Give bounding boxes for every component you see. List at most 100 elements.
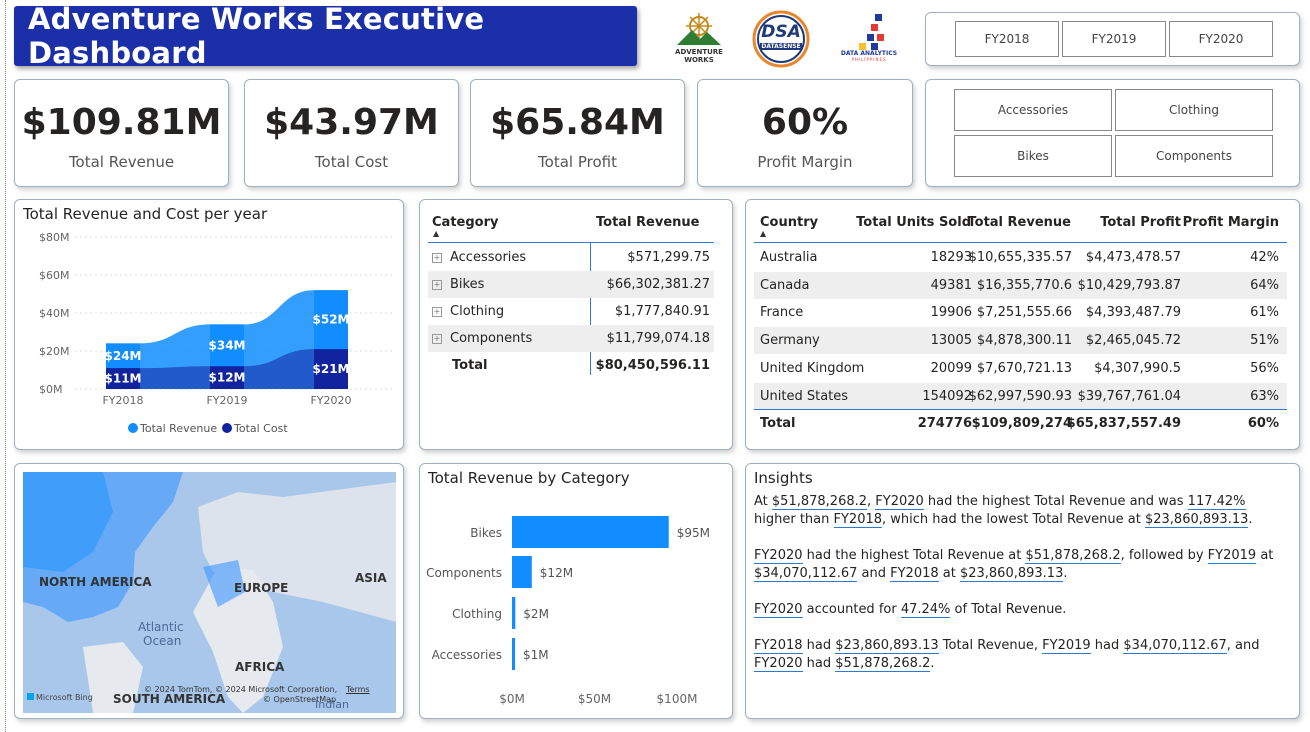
category-label: Components [426, 566, 502, 580]
table-row[interactable]: United Kingdom 20099 $7,670,721.13 $4,307,9… [754, 355, 1287, 382]
insight-paragraph: FY2020 had the highest Total Revenue at … [754, 548, 1274, 582]
insight-highlight: 117.42% [1187, 494, 1246, 510]
column-header-country[interactable]: Country [760, 215, 818, 230]
column-header-units[interactable]: Total Units Sold [856, 215, 971, 230]
cell-profit: $4,473,478.57 [1085, 250, 1181, 265]
map-label: NORTH AMERICA [39, 575, 152, 589]
table-row[interactable]: Canada 49381 $16,355,770.6 $10,429,793.87 64… [754, 271, 1287, 299]
cell-units-sold: 13005 [930, 333, 972, 349]
bar-accessories[interactable] [512, 638, 515, 670]
bar-data-label: $2M [523, 607, 549, 621]
x-tick-label: FY2020 [310, 394, 351, 407]
kpi-card-total-revenue: $109.81M Total Revenue [14, 79, 229, 187]
slicer-category-components[interactable]: Components [1115, 135, 1273, 177]
slicer-year-fy2020[interactable]: FY2020 [1169, 21, 1273, 57]
dsa-logo-text: DSA [761, 22, 801, 42]
total-units: 274776 [917, 415, 972, 431]
year-slicer: FY2018 FY2019 FY2020 [925, 12, 1300, 66]
category-revenue-table[interactable]: Category ▲ Total Revenue + Accessories $… [419, 199, 733, 450]
revenue-by-category-bar-chart[interactable]: Total Revenue by Category Bikes $95M Compo… [419, 463, 733, 719]
cost-data-label: $11M [105, 372, 142, 386]
kpi-card-total-profit: $65.84M Total Profit [470, 79, 685, 187]
table-row[interactable]: + Bikes $66,302,381.27 [428, 271, 714, 298]
table-row[interactable]: France 19906 $7,251,555.66 $4,393,487.79 61% [754, 299, 1287, 326]
total-profit: $65,837,557.49 [1066, 415, 1181, 431]
bar-bikes[interactable] [512, 516, 669, 548]
cell-units-sold: 154092 [922, 388, 972, 404]
kpi-label: Total Cost [314, 153, 389, 171]
y-tick-label: $60M [39, 269, 70, 282]
map-terms-link[interactable]: Terms [346, 685, 370, 694]
table-row[interactable]: Australia 18293 $10,655,335.57 $4,473,478.5… [754, 244, 1287, 271]
insight-highlight: FY2020 [754, 602, 803, 618]
column-header-category[interactable]: Category [432, 215, 498, 230]
insights-panel: Insights At $51,878,268.2, FY2020 had th… [745, 463, 1300, 719]
category-revenue: $66,302,381.27 [606, 277, 710, 292]
kpi-value: $109.81M [21, 102, 222, 143]
table-row[interactable]: + Accessories $571,299.75 [428, 244, 714, 271]
slicer-category-accessories[interactable]: Accessories [954, 89, 1112, 131]
category-name: Bikes [450, 277, 485, 292]
category-label: Accessories [432, 648, 502, 662]
table-row[interactable]: + Clothing $1,777,840.91 [428, 298, 714, 325]
bar-data-label: $12M [540, 566, 573, 580]
map-canvas[interactable]: NORTH AMERICA EUROPE ASIA Atlantic Ocean… [23, 472, 396, 713]
category-name: Clothing [450, 304, 505, 319]
kpi-card-total-cost: $43.97M Total Cost [244, 79, 459, 187]
dsa-logo: DSA DATASENSE [752, 10, 810, 68]
category-revenue: $571,299.75 [627, 250, 710, 265]
x-tick-label: $100M [657, 692, 698, 706]
bar-clothing[interactable] [512, 597, 516, 629]
kpi-label: Total Profit [538, 153, 617, 171]
expand-icon[interactable]: + [432, 252, 442, 263]
kpi-label: Profit Margin [757, 153, 853, 171]
bar-chart-svg: Bikes $95M Components $12M Clothing $2M Access… [426, 516, 710, 706]
sort-arrow-icon: ▲ [760, 229, 767, 238]
cost-data-label: $21M [313, 362, 350, 376]
table-row[interactable]: Germany 13005 $4,878,300.11 $2,465,045.72 51… [754, 327, 1287, 355]
sort-arrow-icon: ▲ [433, 229, 440, 238]
legend-cost-label[interactable]: Total Cost [233, 422, 288, 435]
cell-profit: $4,307,990.5 [1094, 360, 1181, 376]
insight-highlight: 47.24% [900, 602, 951, 618]
y-tick-label: $0M [39, 383, 63, 396]
map-label: ASIA [355, 571, 387, 585]
expand-icon[interactable]: + [432, 279, 442, 290]
country-table[interactable]: Country ▲ Total Units Sold Total Revenue… [745, 199, 1300, 450]
column-header-margin[interactable]: Profit Margin [1183, 215, 1279, 230]
cell-margin: 63% [1250, 388, 1279, 404]
cell-revenue: $10,655,335.57 [968, 250, 1072, 265]
column-header-profit[interactable]: Total Profit [1100, 215, 1181, 230]
expand-icon[interactable]: + [432, 306, 442, 317]
area-chart-svg: $80M $60M $40M $20M $0M $24M $11M FY2018 $34M $12… [39, 231, 393, 435]
dsa-logo-subtext: DATASENSE [760, 43, 802, 50]
cell-units-sold: 19906 [930, 305, 972, 321]
adventure-works-logo-icon [677, 13, 721, 45]
insight-paragraph: FY2020 accounted for 47.24% of Total Rev… [754, 602, 1067, 618]
insight-highlight: $23,860,893.13 [1144, 512, 1249, 528]
slicer-category-clothing[interactable]: Clothing [1115, 89, 1273, 131]
slicer-year-fy2019[interactable]: FY2019 [1062, 21, 1166, 57]
revenue-cost-area-chart[interactable]: Total Revenue and Cost per year $80M $60M… [14, 199, 404, 450]
table-row[interactable]: United States 154092 $62,997,590.93 $39,767… [754, 382, 1287, 410]
bar-components[interactable] [512, 556, 532, 588]
slicer-year-fy2018[interactable]: FY2018 [955, 21, 1059, 57]
revenue-map[interactable]: NORTH AMERICA EUROPE ASIA Atlantic Ocean… [14, 463, 404, 719]
insight-highlight: $34,070,112.67 [1123, 638, 1227, 654]
insight-highlight: FY2018 [890, 566, 939, 582]
cell-country-name: United Kingdom [760, 360, 865, 376]
cell-country-name: Canada [760, 277, 810, 293]
category-slicer: Accessories Clothing Bikes Components [925, 79, 1300, 187]
column-header-revenue[interactable]: Total Revenue [968, 215, 1072, 230]
total-margin: 60% [1247, 415, 1279, 431]
table-row[interactable]: + Components $11,799,074.18 [428, 325, 714, 352]
expand-icon[interactable]: + [432, 333, 442, 344]
slicer-category-bikes[interactable]: Bikes [954, 135, 1112, 177]
legend-revenue-label[interactable]: Total Revenue [139, 422, 217, 435]
data-analytics-ph-logo-subtext: PHILIPPINES [851, 57, 887, 62]
insight-highlight: FY2020 [875, 494, 924, 510]
total-label: Total [760, 415, 796, 431]
column-header-total-revenue[interactable]: Total Revenue [596, 215, 700, 230]
cell-revenue: $4,878,300.11 [976, 333, 1072, 349]
map-osm-link[interactable]: © OpenStreetMap [263, 695, 336, 704]
